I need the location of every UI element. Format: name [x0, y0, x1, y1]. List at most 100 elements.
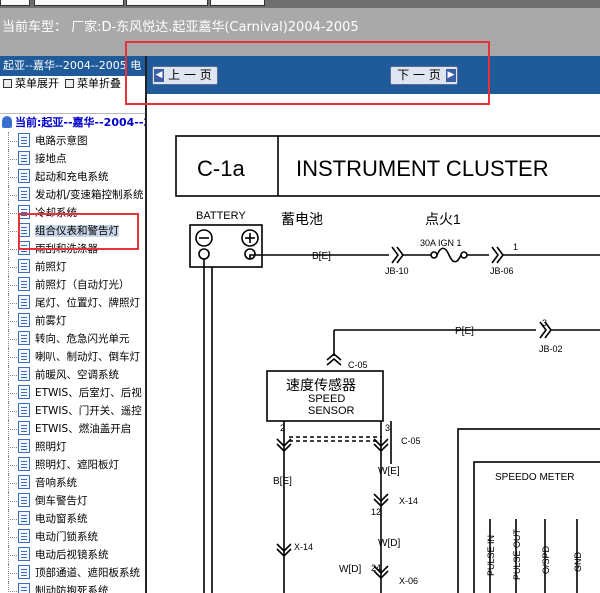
toolbar-button[interactable] — [210, 0, 265, 6]
document-icon — [18, 241, 30, 255]
document-icon — [18, 223, 30, 237]
ospd-label: O/SPD — [541, 545, 551, 574]
pin-1-label: 1 — [513, 242, 518, 252]
tree-item[interactable]: 前暖风、空调系统 — [0, 366, 145, 384]
tree-item[interactable]: 音响系统 — [0, 474, 145, 492]
tree-item[interactable]: 尾灯、位置灯、牌照灯 — [0, 294, 145, 312]
next-page-button[interactable]: 下 一 页 ▶ — [390, 66, 458, 85]
tree-item[interactable]: 喇叭、制动灯、倒车灯 — [0, 348, 145, 366]
document-icon — [18, 169, 30, 183]
c05-top-label: C-05 — [348, 360, 368, 370]
tree-item[interactable]: 电动门锁系统 — [0, 528, 145, 546]
tree-item[interactable]: 照明灯、遮阳板灯 — [0, 456, 145, 474]
speed-sensor-cn-label: 速度传感器 — [286, 377, 356, 393]
tree-item[interactable]: 电动后视镜系统 — [0, 546, 145, 564]
x14-label: X-14 — [399, 496, 418, 506]
tree-item[interactable]: 制动防抱死系统 — [0, 582, 145, 593]
document-icon — [18, 511, 30, 525]
current-vehicle-text: 当前车型： 厂家:D-东风悦达.起亚嘉华(Carnival)2004-2005 — [2, 20, 359, 35]
wire-be2-label: B[E] — [273, 476, 292, 487]
x06-label: X-06 — [399, 576, 418, 586]
tree-item[interactable]: 雨刮和洗涤器 — [0, 240, 145, 258]
top-toolbar-strip — [0, 0, 600, 8]
page-navigation-bar: ◀ 上 一 页 下 一 页 ▶ — [147, 56, 600, 94]
document-icon — [18, 439, 30, 453]
tree-item[interactable]: 照明灯 — [0, 438, 145, 456]
pulse-out-label: PULSE OUT — [512, 528, 522, 580]
c05-right-label: C-05 — [401, 436, 421, 446]
toolbar-button[interactable] — [34, 0, 124, 6]
tree-item-selected[interactable]: 组合仪表和警告灯 — [0, 222, 145, 240]
tree-item[interactable]: 前雾灯 — [0, 312, 145, 330]
pulse-in-label: PULSE IN — [486, 535, 496, 576]
vehicle-header: 当前车型： 厂家:D-东风悦达.起亚嘉华(Carnival)2004-2005 — [0, 8, 600, 56]
jb10-label: JB-10 — [385, 266, 409, 276]
tree-item[interactable]: ETWIS、燃油盖开启 — [0, 420, 145, 438]
speedo-label: SPEEDO METER — [495, 472, 574, 483]
document-icon — [18, 565, 30, 579]
menu-expand-button[interactable]: 菜单展开 — [3, 76, 59, 92]
collapse-icon — [65, 79, 74, 88]
jb02-label: JB-02 — [539, 344, 563, 354]
tree-list: 电路示意图 接地点 起动和充电系统 发动机/变速箱控制系统 冷却系统 组合仪表和… — [0, 132, 145, 593]
tree-item[interactable]: ETWIS、后室灯、后视 — [0, 384, 145, 402]
wire-wd2-label: W[D] — [339, 564, 361, 575]
battery-label: BATTERY — [196, 210, 246, 222]
pin-3-label: 3 — [542, 318, 547, 328]
document-icon — [18, 493, 30, 507]
speed-sensor-label-1: SPEED — [308, 393, 345, 405]
sidebar-tools: 菜单展开 菜单折叠 — [0, 76, 145, 114]
menu-collapse-button[interactable]: 菜单折叠 — [65, 76, 121, 92]
fuse-label: 30A IGN 1 — [420, 238, 462, 248]
tree-item[interactable]: 冷却系统 — [0, 204, 145, 222]
prev-page-button[interactable]: ◀ 上 一 页 — [152, 66, 218, 85]
document-icon — [18, 403, 30, 417]
wire-wd-label: W[D] — [378, 538, 400, 549]
document-icon — [18, 133, 30, 147]
app-window: 当前车型： 厂家:D-东风悦达.起亚嘉华(Carnival)2004-2005 … — [0, 0, 600, 593]
arrow-left-icon: ◀ — [154, 69, 164, 82]
expand-icon — [3, 79, 12, 88]
document-icon — [18, 277, 30, 291]
pin-12-label: 12 — [371, 507, 381, 517]
gnd-label: GND — [573, 552, 583, 573]
document-icon — [18, 259, 30, 273]
wire-we-label: W[E] — [378, 466, 400, 477]
x14b-label: X-14 — [294, 542, 313, 552]
diagram-title: INSTRUMENT CLUSTER — [296, 156, 549, 181]
tree-item[interactable]: 前照灯 — [0, 258, 145, 276]
tree-item[interactable]: 前照灯（自动灯光） — [0, 276, 145, 294]
toolbar-button[interactable] — [126, 0, 208, 6]
tree-item[interactable]: 电动窗系统 — [0, 510, 145, 528]
tree-item[interactable]: 顶部通道、遮阳板系统 — [0, 564, 145, 582]
document-icon — [18, 583, 30, 593]
wiring-diagram: C-1a INSTRUMENT CLUSTER BATTERY 蓄电池 点火1 … — [149, 94, 600, 593]
tree-item[interactable]: 转向、危急闪光单元 — [0, 330, 145, 348]
wiring-diagram-svg: C-1a INSTRUMENT CLUSTER BATTERY 蓄电池 点火1 … — [175, 135, 600, 593]
location-pin-icon — [2, 116, 12, 128]
document-icon — [18, 205, 30, 219]
document-icon — [18, 385, 30, 399]
tree-item[interactable]: 接地点 — [0, 150, 145, 168]
tree-item[interactable]: ETWIS、门开关、遥控 — [0, 402, 145, 420]
document-icon — [18, 295, 30, 309]
toolbar-button[interactable] — [0, 0, 30, 6]
tree-root[interactable]: 当前:起亚--嘉华--2004--2005 — [0, 114, 145, 132]
tree-item[interactable]: 发动机/变速箱控制系统 — [0, 186, 145, 204]
document-icon — [18, 187, 30, 201]
document-icon — [18, 475, 30, 489]
document-icon — [18, 151, 30, 165]
tree-item[interactable]: 起动和充电系统 — [0, 168, 145, 186]
sidebar: 起亚--嘉华--2004--2005 电 菜单展开 菜单折叠 当前:起亚--嘉华-… — [0, 56, 147, 593]
document-icon — [18, 349, 30, 363]
pin-3b-label: 3 — [385, 423, 390, 433]
speed-sensor-label-2: SENSOR — [308, 405, 355, 417]
pin-24-label: 24 — [371, 563, 381, 573]
pin-2-label: 2 — [280, 423, 285, 433]
tree-item[interactable]: 倒车警告灯 — [0, 492, 145, 510]
wire-be-label: B[E] — [312, 251, 331, 262]
arrow-right-icon: ▶ — [446, 69, 456, 82]
tree-item[interactable]: 电路示意图 — [0, 132, 145, 150]
ignition-cn-label: 点火1 — [425, 211, 461, 227]
document-icon — [18, 529, 30, 543]
